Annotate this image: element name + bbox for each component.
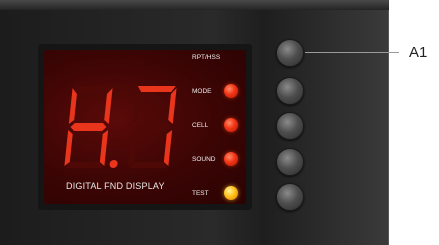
cell-led <box>224 118 238 132</box>
digit-2-seg-d <box>129 162 168 168</box>
sound-button[interactable] <box>276 148 304 176</box>
test-button[interactable] <box>276 183 304 211</box>
digit-1-seg-d <box>65 162 104 168</box>
indicator-label-mode: MODE <box>192 88 212 95</box>
panel-top-edge <box>0 0 389 10</box>
rpt-hss-button[interactable] <box>276 39 304 67</box>
digit-2-seg-b <box>168 88 177 124</box>
callout-leader-extension <box>389 52 399 53</box>
indicator-label-cell: CELL <box>192 122 209 129</box>
test-led <box>224 186 238 200</box>
indicator-label-sound: SOUND <box>192 156 216 163</box>
digit-2-seg-a <box>137 86 176 92</box>
digit-2-seg-c <box>163 130 173 166</box>
digit-1-seg-a <box>73 86 112 92</box>
digit-2-seg-g <box>134 123 171 131</box>
digit-1-seg-g <box>70 123 107 131</box>
sound-led <box>224 152 238 166</box>
digit-2-seg-e <box>128 130 137 166</box>
seven-segment-readout <box>60 84 190 174</box>
decimal-point <box>109 160 118 168</box>
indicator-label-test: TEST <box>192 190 209 197</box>
callout-label: A1 <box>409 44 428 61</box>
mode-button[interactable] <box>276 77 304 105</box>
seven-segment-svg <box>64 86 177 168</box>
cell-button[interactable] <box>276 112 304 140</box>
mode-led <box>224 84 238 98</box>
callout-leader-line <box>305 52 389 53</box>
display-label: DIGITAL FND DISPLAY <box>66 181 165 191</box>
indicator-label-rpt-hss: RPT/HSS <box>192 54 221 61</box>
digit-2-seg-f <box>132 88 141 124</box>
digit-1-seg-c <box>99 130 109 166</box>
digit-1-seg-f <box>68 88 77 124</box>
digit-1-seg-e <box>64 130 73 166</box>
digit-1-seg-b <box>104 88 113 124</box>
